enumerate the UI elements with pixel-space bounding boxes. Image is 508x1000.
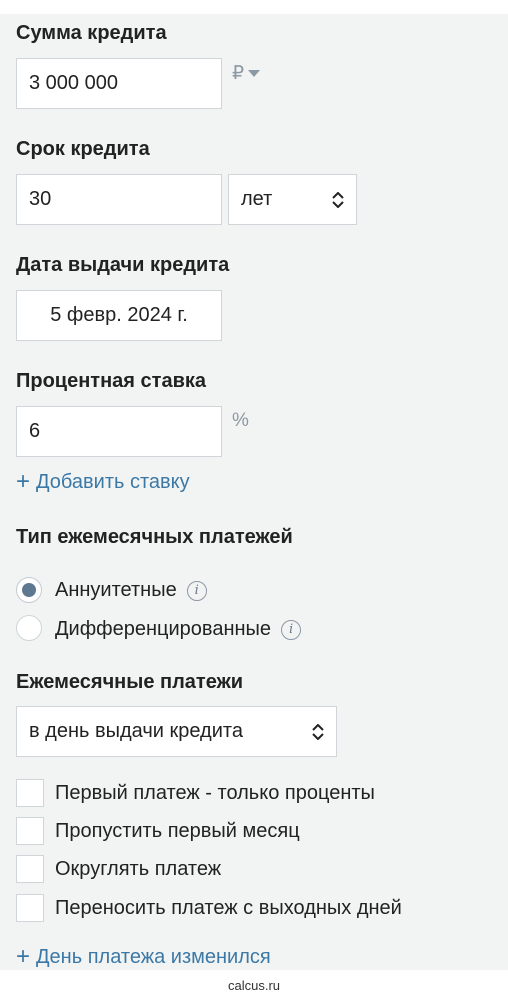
chevron-down-icon xyxy=(248,69,261,77)
calculator-form-panel: Сумма кредита 3 000 000 ₽ Срок кредита 3… xyxy=(0,14,508,970)
checkbox-first-interest-only-label[interactable]: Первый платеж - только проценты xyxy=(55,782,375,805)
issue-date-input[interactable]: 5 февр. 2024 г. xyxy=(16,290,222,341)
checkbox-move-weekend-label[interactable]: Переносить платеж с выходных дней xyxy=(55,897,402,920)
payment-day-changed-label: День платежа изменился xyxy=(36,945,271,968)
checkbox-round-payment-label[interactable]: Округлять платеж xyxy=(55,858,221,881)
add-rate-label: Добавить ставку xyxy=(36,470,190,493)
checkbox-first-interest-only[interactable] xyxy=(16,779,44,807)
term-input[interactable]: 30 xyxy=(16,174,222,225)
monthly-payments-label: Ежемесячные платежи xyxy=(16,671,244,693)
payment-type-label: Тип ежемесячных платежей xyxy=(16,526,293,548)
radio-annuity[interactable] xyxy=(16,577,42,603)
info-icon[interactable]: i xyxy=(186,580,207,601)
issue-date-label: Дата выдачи кредита xyxy=(16,254,230,276)
payment-day-changed-link[interactable]: + День платежа изменился xyxy=(16,945,271,969)
info-icon[interactable]: i xyxy=(281,619,302,640)
percent-unit: % xyxy=(232,410,249,431)
checkbox-skip-first-month-label[interactable]: Пропустить первый месяц xyxy=(55,820,300,843)
checkbox-move-weekend[interactable] xyxy=(16,894,44,922)
option-differentiated[interactable]: Дифференцированные i xyxy=(55,618,302,641)
option-annuity-label: Аннуитетные xyxy=(55,579,177,601)
radio-differentiated[interactable] xyxy=(16,615,42,641)
loan-amount-label: Сумма кредита xyxy=(16,22,167,44)
currency-dropdown[interactable]: ₽ xyxy=(232,62,261,85)
chevron-updown-icon xyxy=(332,192,344,208)
term-label: Срок кредита xyxy=(16,138,150,160)
radio-selected-dot xyxy=(22,583,36,597)
plus-icon: + xyxy=(16,943,31,970)
payment-day-select[interactable]: в день выдачи кредита xyxy=(16,706,337,757)
payment-day-value: в день выдачи кредита xyxy=(29,720,243,742)
ruble-icon: ₽ xyxy=(232,63,245,84)
site-domain: calcus.ru xyxy=(0,970,508,1000)
rate-label: Процентная ставка xyxy=(16,370,206,392)
add-rate-link[interactable]: + Добавить ставку xyxy=(16,470,190,494)
option-annuity[interactable]: Аннуитетные i xyxy=(55,579,207,602)
checkbox-round-payment[interactable] xyxy=(16,855,44,883)
rate-input[interactable]: 6 xyxy=(16,406,222,457)
loan-amount-input[interactable]: 3 000 000 xyxy=(16,58,222,109)
plus-icon: + xyxy=(16,468,31,495)
option-differentiated-label: Дифференцированные xyxy=(55,618,272,640)
checkbox-skip-first-month[interactable] xyxy=(16,817,44,845)
term-unit-select[interactable]: лет xyxy=(228,174,357,225)
chevron-updown-icon xyxy=(312,724,324,740)
term-unit-value: лет xyxy=(241,188,273,210)
